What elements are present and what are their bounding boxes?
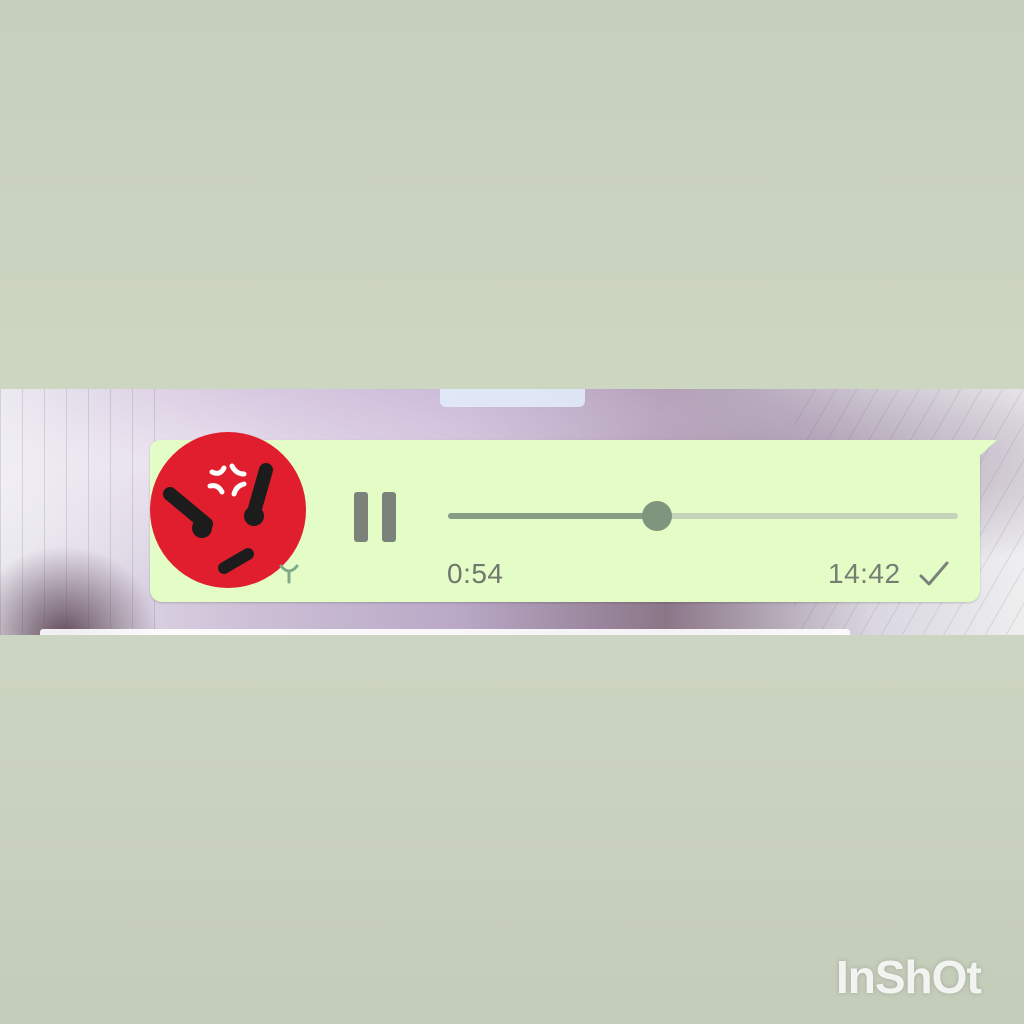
seek-thumb[interactable]: [642, 501, 673, 531]
background-shadow: [0, 545, 160, 635]
bubble-tail: [975, 440, 997, 460]
background-highlight: [440, 389, 585, 407]
seek-progress: [448, 513, 658, 519]
background-divider: [40, 629, 850, 635]
elapsed-time: 0:54: [447, 558, 504, 589]
single-check-icon: [919, 561, 949, 586]
inshot-watermark: InShOt: [836, 951, 982, 1003]
microphone-icon: [279, 564, 299, 584]
pause-icon-bar-right: [382, 492, 396, 542]
pause-button[interactable]: [348, 488, 404, 544]
message-timestamp: 14:42: [828, 558, 901, 589]
playback-seek-bar[interactable]: [448, 501, 958, 531]
pause-icon-bar-left: [354, 492, 368, 542]
